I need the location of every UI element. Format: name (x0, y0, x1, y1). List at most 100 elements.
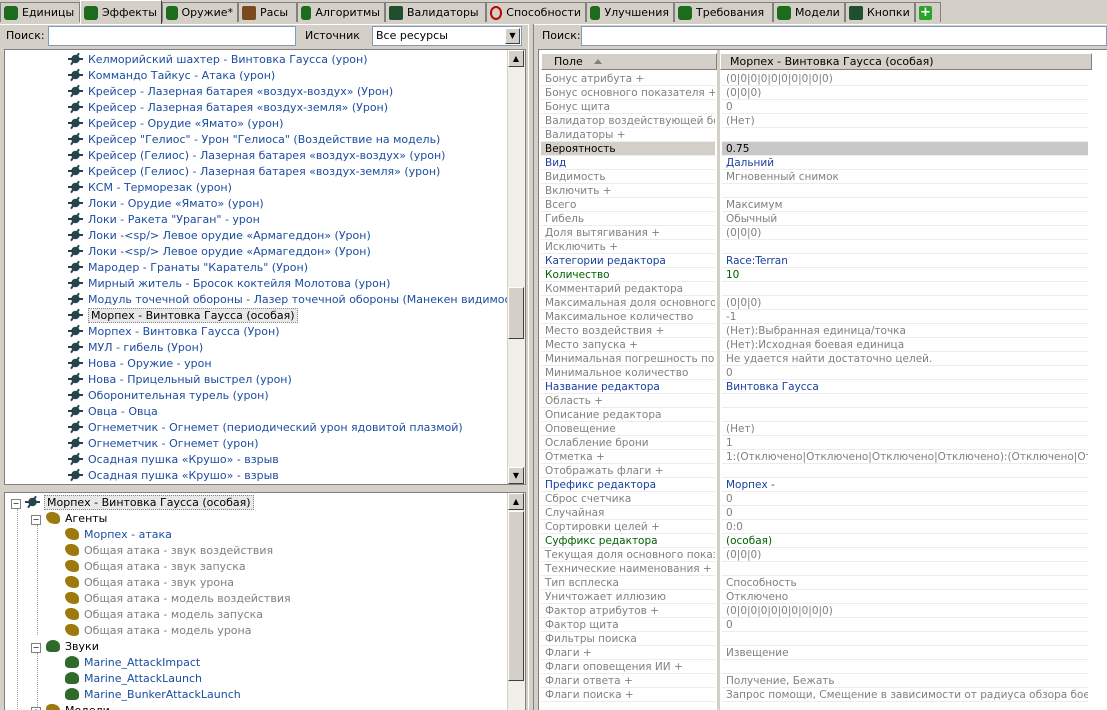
reference-tree[interactable]: − Морпех - Винтовка Гаусса (особая) − Агент… (4, 492, 526, 710)
property-row[interactable]: Оповещение (Нет) (541, 422, 1101, 436)
property-value[interactable] (722, 660, 1088, 674)
property-row[interactable]: Отметка + 1:(Отключено|Отключено|Отключен… (541, 450, 1101, 464)
effect-list-item[interactable]: Мародер - Гранаты "Каратель" (Урон) (5, 260, 508, 276)
tree-item-agent[interactable]: Общая атака - звук воздействия (65, 543, 273, 559)
tree-group-sounds[interactable]: − Звуки (31, 639, 99, 655)
effect-list-item[interactable]: Крейсер "Гелиос" - Урон "Гелиоса" (Возде… (5, 132, 508, 148)
effect-list-item[interactable]: Локи -<sp/> Левое орудие «Армагеддон» (У… (5, 228, 508, 244)
effect-list-item[interactable]: Морпех - Винтовка Гаусса (Урон) (5, 324, 508, 340)
property-row[interactable]: Суффикс редактора (особая) (541, 534, 1101, 548)
property-row[interactable]: Технические наименования + (541, 562, 1101, 576)
property-row[interactable]: Фильтры поиска (541, 632, 1101, 646)
effect-list-item[interactable]: Крейсер (Гелиос) - Лазерная батарея «воз… (5, 148, 508, 164)
collapse-icon[interactable]: − (31, 515, 41, 525)
tab-race[interactable]: Расы (238, 2, 297, 22)
property-row[interactable]: Место запуска + (Нет):Исходная боевая еди… (541, 338, 1101, 352)
effect-list-item[interactable]: Крейсер (Гелиос) - Лазерная батарея «воз… (5, 164, 508, 180)
effect-list-item[interactable]: Морпех - Винтовка Гаусса (особая) (5, 308, 508, 324)
property-row[interactable]: Бонус атрибута + (0|0|0|0|0|0|0|0|0|0) (541, 72, 1101, 86)
effect-list-item[interactable]: Модуль точечной обороны - Лазер точечной… (5, 292, 525, 308)
tree-item-agent[interactable]: Общая атака - модель запуска (65, 607, 263, 623)
effect-list-item[interactable]: Нова - Оружие - урон (5, 356, 508, 372)
property-row[interactable]: Место воздействия + (Нет):Выбранная едини… (541, 324, 1101, 338)
effect-list-item[interactable]: Келморийский шахтер - Винтовка Гаусса (у… (5, 52, 508, 68)
property-value[interactable] (722, 394, 1088, 408)
effect-list-item[interactable]: КСМ - Терморезак (урон) (5, 180, 508, 196)
property-row[interactable]: Гибель Обычный (541, 212, 1101, 226)
effect-list-item[interactable]: Мирный житель - Бросок коктейля Молотова… (5, 276, 508, 292)
property-value[interactable]: Получение, Бежать (722, 674, 1088, 688)
property-value[interactable]: (0|0|0|0|0|0|0|0|0|0) (722, 604, 1088, 618)
effect-list-item[interactable]: Оборонительная турель (урон) (5, 388, 508, 404)
property-value[interactable]: 1 (722, 436, 1088, 450)
property-value[interactable]: 0.75 (722, 142, 1088, 156)
property-value[interactable]: Запрос помощи, Смещение в зависимости от… (722, 688, 1088, 702)
property-value[interactable]: Морпех - (722, 478, 1088, 492)
property-row[interactable]: Ослабление брони 1 (541, 436, 1101, 450)
property-value[interactable] (722, 632, 1088, 646)
scroll-down-icon[interactable]: ▼ (508, 467, 524, 484)
property-row[interactable]: Всего Максимум (541, 198, 1101, 212)
grid-search-input[interactable] (581, 26, 1107, 46)
property-value[interactable]: Винтовка Гаусса (722, 380, 1088, 394)
property-value[interactable] (722, 464, 1088, 478)
column-header-value[interactable]: Морпех - Винтовка Гаусса (особая) (720, 53, 1092, 70)
vertical-splitter[interactable] (528, 24, 534, 710)
property-row[interactable]: Включить + (541, 184, 1101, 198)
property-value[interactable]: Максимум (722, 198, 1088, 212)
property-value[interactable] (722, 562, 1088, 576)
property-value[interactable]: 0 (722, 366, 1088, 380)
effect-list-item[interactable]: Осадная пушка «Крушо» - взрыв (5, 452, 508, 468)
property-row[interactable]: Вероятность 0.75 (541, 142, 1101, 156)
tree-item-agent[interactable]: Общая атака - звук запуска (65, 559, 246, 575)
property-value[interactable]: Мгновенный снимок (722, 170, 1088, 184)
effect-list-item[interactable]: Локи - Ракета "Ураган" - урон (5, 212, 508, 228)
property-value[interactable]: (особая) (722, 534, 1088, 548)
property-row[interactable]: Область + (541, 394, 1101, 408)
property-row[interactable]: Категории редактора Race:Terran (541, 254, 1101, 268)
property-value[interactable]: (0|0|0|0|0|0|0|0|0|0) (722, 72, 1088, 86)
property-grid[interactable]: Поле Морпех - Винтовка Гаусса (особая) Б… (538, 49, 1107, 710)
tree-item-agent[interactable]: Общая атака - модель урона (65, 623, 251, 639)
tree-scrollbar[interactable]: ▲ (507, 493, 525, 710)
property-value[interactable]: Обычный (722, 212, 1088, 226)
tab-unit[interactable]: Единицы (0, 2, 80, 22)
property-value[interactable]: 0 (722, 100, 1088, 114)
property-row[interactable]: Доля вытягивания + (0|0|0) (541, 226, 1101, 240)
property-row[interactable]: Сброс счетчика 0 (541, 492, 1101, 506)
tree-item-agent[interactable]: Морпех - атака (65, 527, 172, 543)
property-value[interactable]: 0:0 (722, 520, 1088, 534)
property-value[interactable]: 0 (722, 506, 1088, 520)
property-row[interactable]: Валидаторы + (541, 128, 1101, 142)
property-value[interactable]: (0|0|0) (722, 548, 1088, 562)
tree-group-agents[interactable]: − Агенты (31, 511, 107, 527)
effect-list-item[interactable]: МУЛ - гибель (Урон) (5, 340, 508, 356)
property-value[interactable]: 1:(Отключено|Отключено|Отключено|Отключе… (722, 450, 1088, 464)
property-row[interactable]: Тип всплеска Способность (541, 576, 1101, 590)
property-row[interactable]: Случайная 0 (541, 506, 1101, 520)
property-row[interactable]: Максимальное количество -1 (541, 310, 1101, 324)
property-row[interactable]: Комментарий редактора (541, 282, 1101, 296)
collapse-icon[interactable]: − (11, 499, 21, 509)
tree-item-sound[interactable]: Marine_BunkerAttackLaunch (65, 687, 241, 703)
effect-list-item[interactable]: Локи -<sp/> Левое орудие «Армагеддон» (У… (5, 244, 508, 260)
property-row[interactable]: Описание редактора (541, 408, 1101, 422)
property-row[interactable]: Минимальная погрешность подсчета Не удает… (541, 352, 1101, 366)
property-value[interactable]: 10 (722, 268, 1088, 282)
property-value[interactable]: (Нет) (722, 114, 1088, 128)
property-row[interactable]: Флаги поиска + Запрос помощи, Смещение в … (541, 688, 1101, 702)
effect-list-scrollbar[interactable]: ▲ ▼ (507, 50, 525, 484)
property-row[interactable]: Фактор щита 0 (541, 618, 1101, 632)
tab-weapon[interactable]: Оружие* (162, 2, 238, 22)
property-value[interactable] (722, 408, 1088, 422)
collapse-icon[interactable]: − (31, 643, 41, 653)
tab-ability[interactable]: Способности (486, 2, 586, 22)
property-value[interactable]: -1 (722, 310, 1088, 324)
property-row[interactable]: Исключить + (541, 240, 1101, 254)
effect-list-item[interactable]: Овца - Овца (5, 404, 508, 420)
property-value[interactable]: (Нет) (722, 422, 1088, 436)
property-value[interactable]: (0|0|0) (722, 296, 1088, 310)
property-value[interactable]: Отключено (722, 590, 1088, 604)
property-row[interactable]: Флаги ответа + Получение, Бежать (541, 674, 1101, 688)
property-row[interactable]: Префикс редактора Морпех - (541, 478, 1101, 492)
